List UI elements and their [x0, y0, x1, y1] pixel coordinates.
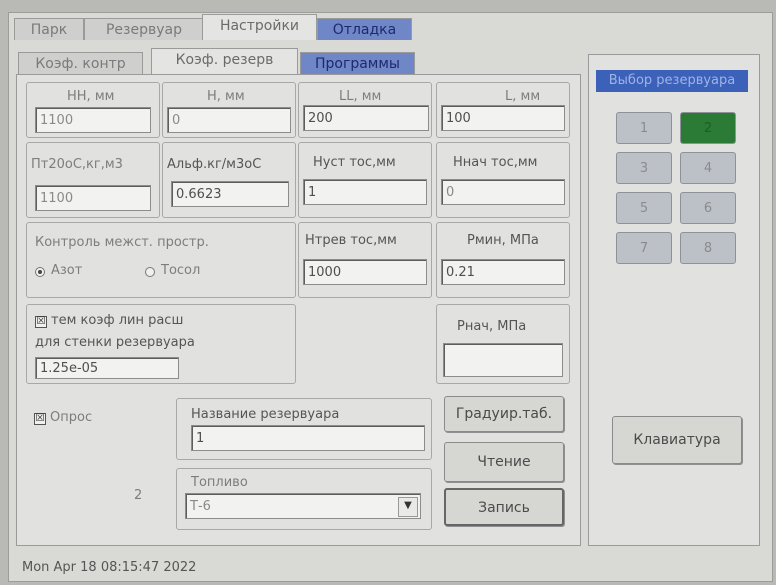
alpha-label: Альф.кг/м3оС	[167, 157, 262, 172]
fuel-value: Т-6	[190, 499, 211, 514]
tank-button-1[interactable]: 1	[616, 112, 672, 144]
pmin-input[interactable]: 0.21	[441, 259, 565, 285]
radio-azot-label: Азот	[51, 263, 83, 278]
control-group: Контроль межст. простр. Азот Тосол	[26, 222, 296, 298]
h-input[interactable]: 0	[167, 107, 291, 133]
nust-group: Нуст тос,мм 1	[298, 142, 432, 218]
temp-coef-line1[interactable]: ☒ тем коэф лин расш	[35, 313, 183, 328]
radio-azot[interactable]	[35, 267, 45, 277]
tab-programs[interactable]: Программы	[300, 52, 415, 74]
radio-tosol-label: Тосол	[161, 263, 201, 278]
keyboard-button[interactable]: Клавиатура	[612, 416, 742, 464]
nust-input[interactable]: 1	[303, 179, 427, 205]
opros-label: Опрос	[50, 410, 93, 425]
ntrev-input[interactable]: 1000	[303, 259, 427, 285]
tank-button-2[interactable]: 2	[680, 112, 736, 144]
temp-coef-label: тем коэф лин расш	[51, 313, 184, 328]
ll-input[interactable]: 200	[303, 105, 429, 131]
nnach-input[interactable]: 0	[441, 179, 565, 205]
tank-button-4[interactable]: 4	[680, 152, 736, 184]
pt20-label: Пт20оС,кг,м3	[31, 157, 123, 172]
pnach-group: Рнач, МПа	[436, 304, 570, 384]
temp-coef-checkbox[interactable]: ☒	[35, 316, 47, 328]
tab-coef-control[interactable]: Коэф. контр	[18, 52, 143, 74]
temp-coef-input[interactable]: 1.25e-05	[35, 357, 179, 379]
tank-name-group: Название резервуара 1	[176, 398, 432, 460]
nnach-label: Ннач тос,мм	[453, 155, 538, 170]
tab-debug[interactable]: Отладка	[317, 18, 412, 40]
tank-name-label: Название резервуара	[191, 407, 340, 422]
ll-label: LL, мм	[339, 89, 382, 104]
pmin-label: Рмин, МПа	[467, 233, 539, 248]
temp-coef-line2: для стенки резервуара	[35, 335, 195, 350]
opros-checkbox-row[interactable]: ☒ Опрос	[34, 410, 92, 425]
ntrev-group: Нтрев тос,мм 1000	[298, 222, 432, 298]
fuel-index: 2	[134, 488, 143, 503]
tank-button-6[interactable]: 6	[680, 192, 736, 224]
control-title: Контроль межст. простр.	[35, 235, 209, 250]
nnach-group: Ннач тос,мм 0	[436, 142, 570, 218]
pt20-group: Пт20оС,кг,м3 1100	[26, 142, 160, 218]
h-label: Н, мм	[207, 89, 245, 104]
status-datetime: Mon Apr 18 08:15:47 2022	[22, 560, 197, 575]
tank-name-input[interactable]: 1	[191, 425, 425, 451]
tank-button-8[interactable]: 8	[680, 232, 736, 264]
temp-coef-group: ☒ тем коэф лин расш для стенки резервуара…	[26, 304, 296, 384]
opros-checkbox[interactable]: ☒	[34, 413, 46, 425]
hn-group: НН, мм 1100	[26, 82, 160, 138]
chevron-down-icon[interactable]: ▼	[398, 497, 418, 517]
tab-park[interactable]: Парк	[14, 18, 84, 40]
tab-settings[interactable]: Настройки	[202, 14, 317, 40]
hn-label: НН, мм	[67, 89, 115, 104]
nust-label: Нуст тос,мм	[313, 155, 396, 170]
l-label: L, мм	[505, 89, 541, 104]
read-button[interactable]: Чтение	[444, 442, 564, 482]
write-button[interactable]: Запись	[444, 488, 564, 526]
tab-reservoir[interactable]: Резервуар	[84, 18, 204, 40]
l-group: L, мм 100	[436, 82, 570, 138]
tank-button-7[interactable]: 7	[616, 232, 672, 264]
tab-coef-reserve[interactable]: Коэф. резерв	[151, 48, 298, 74]
ntrev-label: Нтрев тос,мм	[305, 233, 397, 248]
pmin-group: Рмин, МПа 0.21	[436, 222, 570, 298]
pt20-input[interactable]: 1100	[35, 185, 151, 211]
alpha-group: Альф.кг/м3оС 0.6623	[162, 142, 296, 218]
h-group: Н, мм 0	[162, 82, 296, 138]
graduation-table-button[interactable]: Градуир.таб.	[444, 396, 564, 432]
ll-group: LL, мм 200	[298, 82, 432, 138]
tank-button-3[interactable]: 3	[616, 152, 672, 184]
l-input[interactable]: 100	[441, 105, 565, 131]
fuel-select[interactable]: Т-6 ▼	[185, 493, 421, 519]
pnach-input[interactable]	[443, 343, 563, 377]
alpha-input[interactable]: 0.6623	[171, 181, 289, 207]
hn-input[interactable]: 1100	[35, 107, 151, 133]
fuel-label: Топливо	[191, 475, 248, 490]
tank-button-5[interactable]: 5	[616, 192, 672, 224]
pnach-label: Рнач, МПа	[457, 319, 527, 334]
fuel-group: Топливо Т-6 ▼	[176, 468, 432, 530]
tank-select-title: Выбор резервуара	[596, 70, 748, 92]
radio-tosol[interactable]	[145, 267, 155, 277]
